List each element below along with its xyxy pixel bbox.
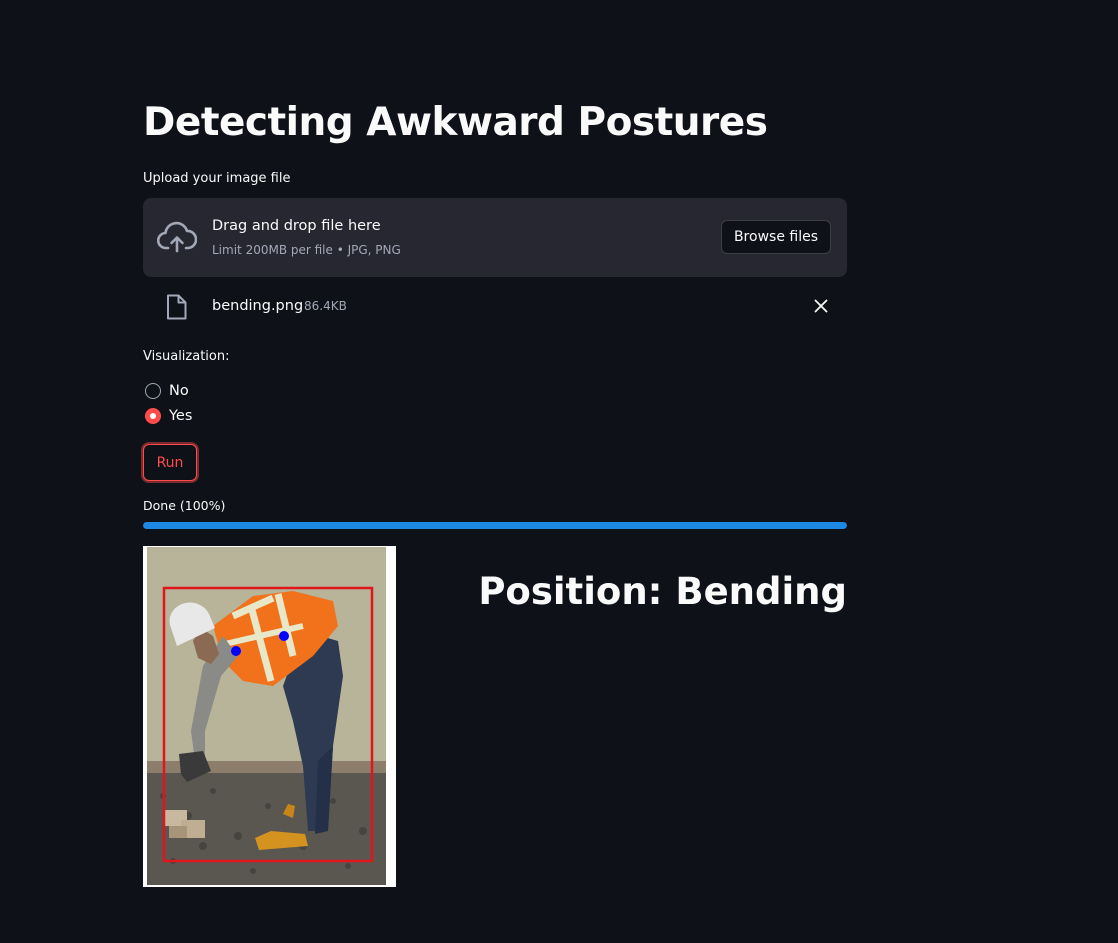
file-dropzone[interactable]: Drag and drop file here Limit 200MB per … xyxy=(143,198,847,277)
radio-yes-indicator[interactable] xyxy=(145,408,161,424)
radio-option-yes[interactable]: Yes xyxy=(143,405,223,427)
page-title: Detecting Awkward Postures xyxy=(143,100,768,145)
dropzone-limit-text: Limit 200MB per file • JPG, PNG xyxy=(212,243,401,257)
remove-file-icon[interactable] xyxy=(809,294,833,318)
upload-label: Upload your image file xyxy=(143,171,291,186)
uploaded-file-name: bending.png xyxy=(212,298,304,314)
visualization-label: Visualization: xyxy=(143,349,230,364)
dropzone-instructions: Drag and drop file here xyxy=(212,218,381,234)
radio-no-label: No xyxy=(169,383,189,399)
browse-files-button[interactable]: Browse files xyxy=(720,220,831,254)
radio-option-no[interactable]: No xyxy=(143,380,223,402)
radio-yes-label: Yes xyxy=(169,408,193,424)
cloud-upload-icon xyxy=(157,221,197,253)
uploaded-file-row: bending.png 86.4KB xyxy=(143,286,847,326)
file-icon xyxy=(167,294,187,320)
uploaded-file-size: 86.4KB xyxy=(304,299,347,313)
run-button[interactable]: Run xyxy=(143,444,197,481)
progress-bar xyxy=(143,522,847,529)
progress-status-text: Done (100%) xyxy=(143,498,226,513)
radio-no-indicator[interactable] xyxy=(145,383,161,399)
result-image xyxy=(143,546,396,887)
position-result-heading: Position: Bending xyxy=(478,570,847,613)
progress-bar-fill xyxy=(143,522,847,529)
